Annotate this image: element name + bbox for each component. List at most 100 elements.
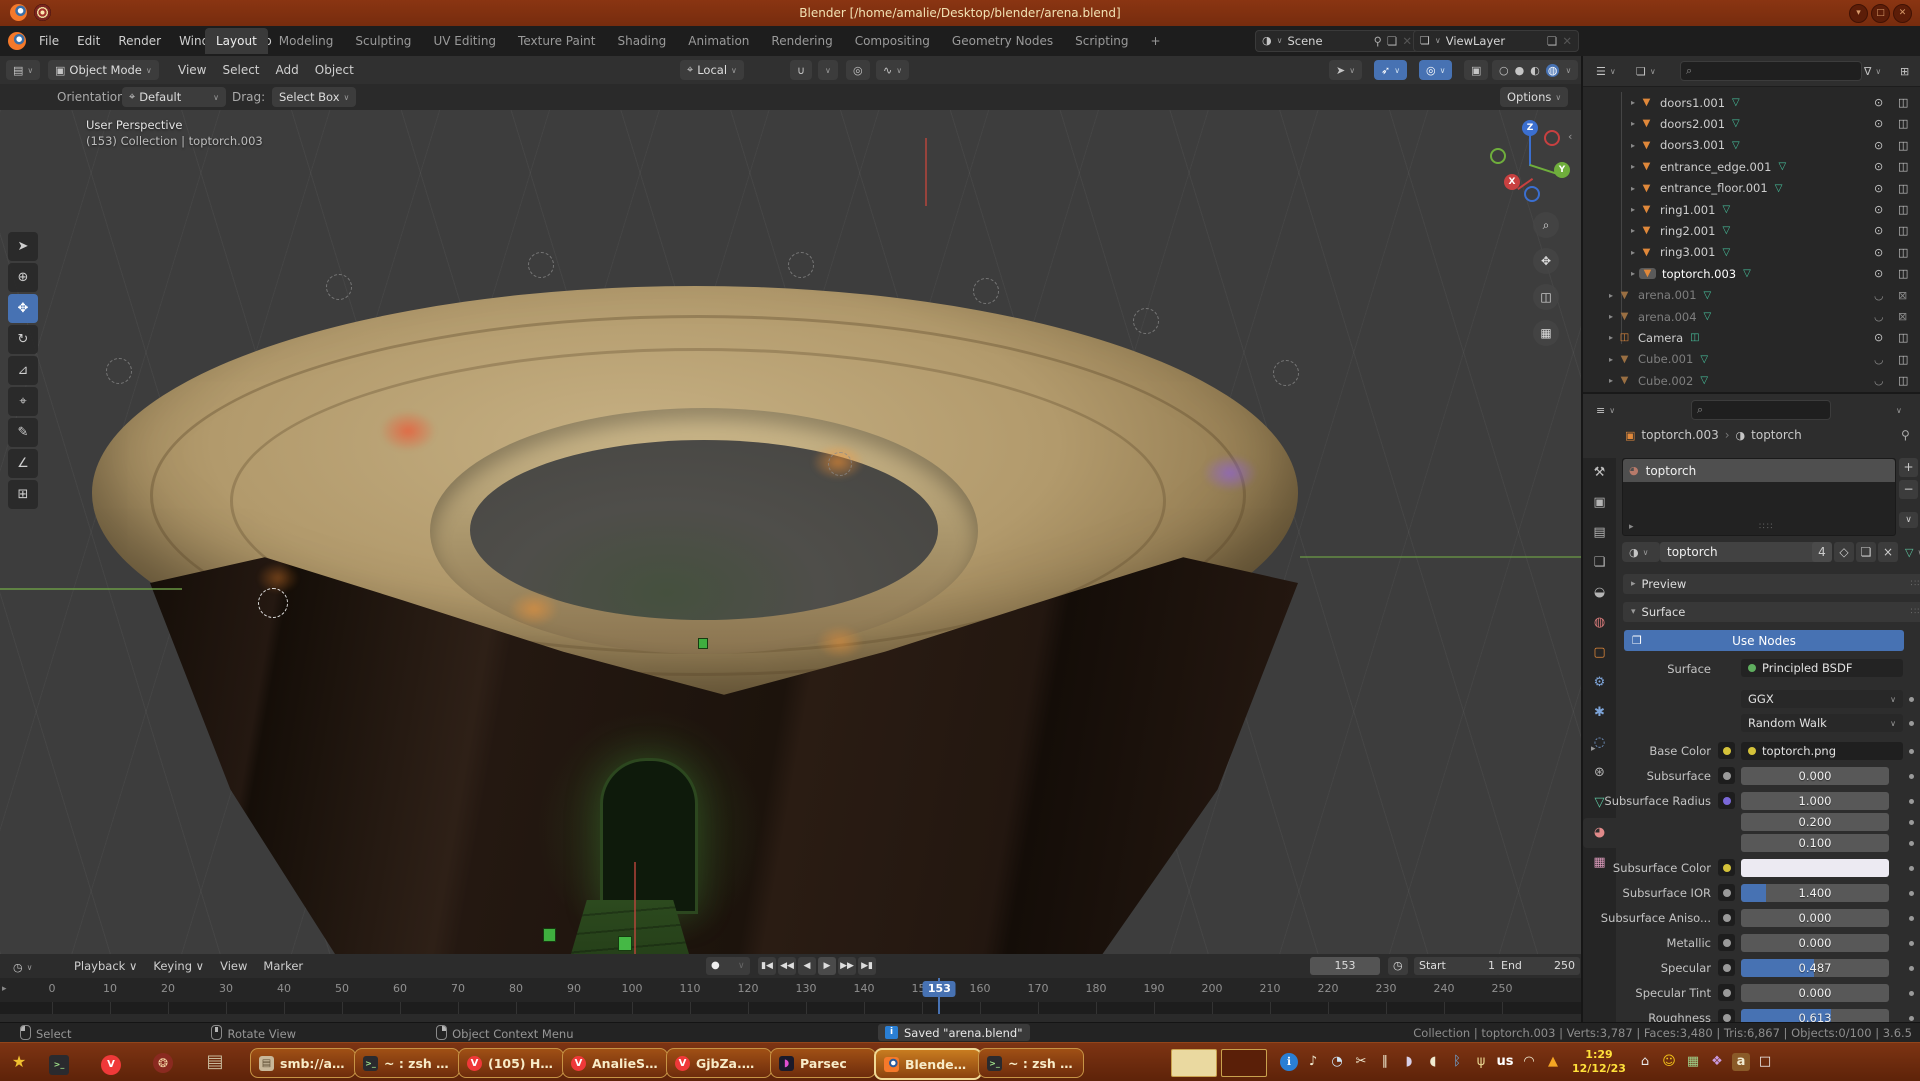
gizmo-minus-x-axis[interactable] [1544, 130, 1560, 146]
object-name[interactable]: ring1.001 [1660, 203, 1715, 217]
properties-editor-icon[interactable]: ≡∨ [1589, 400, 1622, 420]
properties-row-metallic-value[interactable]: 0.000 [1741, 934, 1889, 952]
render-enabled-icon[interactable]: ◫ [1898, 224, 1908, 237]
overlays-dropdown[interactable]: ◎∨ [1419, 60, 1452, 80]
warning-icon[interactable]: ▲ [1544, 1053, 1562, 1071]
drag-dropdown[interactable]: Select Box∨ [272, 87, 356, 107]
render-enabled-icon[interactable]: ◫ [1898, 182, 1908, 195]
properties-row-subsurface-radius-value-1[interactable]: 0.200 [1741, 813, 1889, 831]
ruler-tick-40[interactable]: 40 [277, 982, 291, 995]
remove-slot-button[interactable]: − [1899, 480, 1918, 499]
ruler-tick-10[interactable]: 10 [103, 982, 117, 995]
close-button[interactable]: ✕ [1893, 4, 1912, 23]
calculator-icon[interactable]: ▦ [1684, 1053, 1702, 1071]
object-name[interactable]: entrance_edge.001 [1660, 160, 1771, 174]
empty-marker[interactable] [1273, 360, 1299, 386]
task-vivaldi-4[interactable]: VGjbZa.png (... [666, 1048, 772, 1078]
empty-marker[interactable] [828, 452, 852, 476]
playhead-frame-label[interactable]: 153 [923, 981, 956, 997]
unlink-material-icon[interactable]: × [1878, 542, 1898, 562]
ruler-tick-210[interactable]: 210 [1260, 982, 1281, 995]
eye-closed-icon[interactable]: ◡ [1874, 289, 1884, 302]
keyframe-dot[interactable] [1909, 941, 1914, 946]
eye-closed-icon[interactable]: ◡ [1874, 310, 1884, 323]
tool-select-box[interactable]: ➤ [8, 232, 38, 261]
object-name[interactable]: ring2.001 [1660, 224, 1715, 238]
outliner-filter-icon[interactable]: ∇∨ [1857, 61, 1888, 81]
fake-user-shield-icon[interactable]: ◇ [1834, 542, 1854, 562]
render-enabled-icon[interactable]: ◫ [1898, 117, 1908, 130]
properties-row-base-color-expand-icon[interactable]: ▸ [1591, 744, 1596, 754]
outliner-display-mode[interactable]: ❏∨ [1629, 61, 1663, 81]
surface-shader-button[interactable]: Principled BSDF [1741, 659, 1903, 677]
properties-row-specular-value[interactable]: 0.487 [1741, 959, 1889, 977]
outliner-item-doors1-001[interactable]: ▸▼doors1.001▽⊙◫ [1583, 92, 1920, 113]
outliner-item-cube-001[interactable]: ▸▼Cube.001▽◡◫ [1583, 349, 1920, 370]
workspace-tab-rendering[interactable]: Rendering [760, 28, 843, 54]
selected-empty-marker[interactable] [258, 588, 288, 618]
properties-row-subsurface-socket[interactable] [1718, 767, 1735, 784]
pin-icon[interactable]: ⚲ [1374, 32, 1382, 50]
amazon-icon[interactable]: a [1732, 1053, 1750, 1071]
properties-row-specular-socket[interactable] [1718, 959, 1735, 976]
timeline-ruler[interactable]: 0102030405060708090100110120130140150160… [0, 978, 1581, 1002]
timeline-editor-icon[interactable]: ◷∨ [6, 957, 39, 977]
ruler-tick-30[interactable]: 30 [219, 982, 233, 995]
workspace-tab-geometry-nodes[interactable]: Geometry Nodes [941, 28, 1064, 54]
properties-row-specular-tint-value[interactable]: 0.000 [1741, 984, 1889, 1002]
use-nodes-button[interactable]: ❒ Use Nodes [1624, 630, 1904, 651]
bluetooth-icon[interactable]: ᛒ [1448, 1053, 1466, 1071]
object-name[interactable]: Camera [1638, 331, 1683, 345]
slot-grip[interactable]: ∷∷ [1759, 522, 1774, 532]
expand-icon[interactable]: ▸ [1605, 291, 1617, 300]
play-reverse[interactable]: ◀ [798, 957, 816, 975]
render-enabled-icon[interactable]: ◫ [1898, 331, 1908, 344]
expand-icon[interactable]: ▸ [1605, 376, 1617, 385]
ruler-tick-140[interactable]: 140 [854, 982, 875, 995]
eye-open-icon[interactable]: ⊙ [1874, 139, 1883, 152]
timeline-menu-view[interactable]: View [212, 954, 255, 978]
workspace-tab-compositing[interactable]: Compositing [844, 28, 941, 54]
copy-icon[interactable]: ❏ [1547, 32, 1557, 50]
jump-to-start[interactable]: ▮◀ [758, 957, 776, 975]
current-frame-field[interactable]: 153 [1310, 957, 1380, 975]
wifi-icon[interactable]: ◠ [1520, 1053, 1538, 1071]
blender-menu-icon[interactable] [8, 32, 26, 50]
ruler-tick-50[interactable]: 50 [335, 982, 349, 995]
task-parsec-5[interactable]: ◗Parsec [770, 1048, 876, 1078]
expand-icon[interactable]: ▸ [1627, 98, 1639, 107]
expand-icon[interactable]: ▸ [1627, 205, 1639, 214]
properties-row-subsurface-value[interactable]: 0.000 [1741, 767, 1889, 785]
eye-closed-icon[interactable]: ◡ [1874, 374, 1884, 387]
gizmo-minus-z-axis[interactable] [1524, 186, 1540, 202]
outliner-item-arena-004[interactable]: ▸▼arena.004▽◡⊠ [1583, 306, 1920, 327]
empty-marker[interactable] [326, 274, 352, 300]
ruler-tick-80[interactable]: 80 [509, 982, 523, 995]
viewlayer-selector[interactable]: ❏∨ ViewLayer ❏ ✕ [1413, 30, 1579, 52]
breadcrumb-material[interactable]: toptorch [1751, 428, 1802, 442]
notifier-icon[interactable]: ⌂ [1636, 1053, 1654, 1071]
usb-icon[interactable]: ψ [1472, 1053, 1490, 1071]
task-vivaldi-2[interactable]: V(105) How R... [458, 1048, 564, 1078]
ruler-tick-220[interactable]: 220 [1318, 982, 1339, 995]
stopwatch-icon[interactable]: ◷ [1388, 957, 1408, 975]
clock[interactable]: 1:2912/12/23 [1572, 1048, 1626, 1076]
expand-icon[interactable]: ▸ [1627, 269, 1639, 278]
empty-marker[interactable] [528, 252, 554, 278]
ruler-tick-160[interactable]: 160 [970, 982, 991, 995]
render-enabled-icon[interactable]: ◫ [1898, 203, 1908, 216]
object-name[interactable]: arena.001 [1638, 288, 1697, 302]
object-name[interactable]: arena.004 [1638, 310, 1697, 324]
properties-row-subsurface-color-swatch[interactable] [1741, 859, 1889, 877]
minimize-button[interactable]: ▾ [1849, 4, 1868, 23]
task-terminal-1[interactable]: >_~ : zsh — Ko... [354, 1048, 460, 1078]
window-list-icon[interactable]: □ [1756, 1053, 1774, 1071]
material-shading-icon[interactable]: ◐ [1530, 64, 1540, 77]
expand-icon[interactable]: ▸ [1605, 355, 1617, 364]
grid-ortho-icon[interactable]: ▦ [1533, 320, 1559, 346]
emoji-icon[interactable]: ☺ [1660, 1053, 1678, 1071]
panel-grip[interactable]: ∷∷ [1911, 607, 1920, 617]
sidebar-collapse-icon[interactable]: ‹ [1568, 130, 1572, 143]
prev-keyframe[interactable]: ◀◀ [778, 957, 796, 975]
render-excluded-icon[interactable]: ⊠ [1898, 289, 1907, 302]
